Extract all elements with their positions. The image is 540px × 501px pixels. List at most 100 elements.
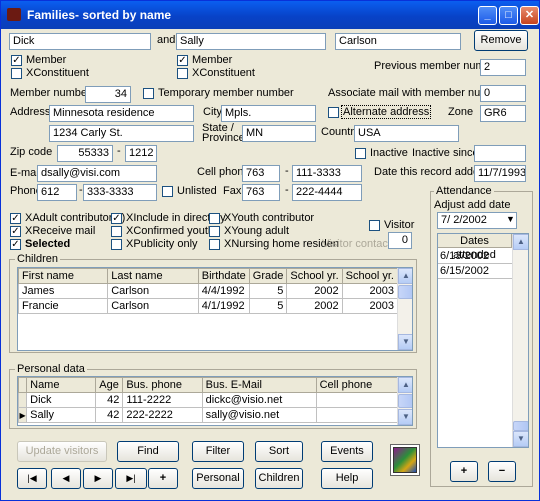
column-header[interactable]: Bus. E-Mail: [201, 377, 317, 393]
table-cell[interactable]: sally@visio.net: [201, 407, 317, 423]
column-header[interactable]: School yr.: [286, 268, 343, 284]
scroll-thumb[interactable]: [398, 394, 412, 408]
table-cell[interactable]: Dick: [26, 392, 97, 408]
scroll-down-icon[interactable]: ▼: [398, 409, 412, 425]
scroll-thumb[interactable]: [398, 285, 412, 299]
row-selector-icon[interactable]: [18, 392, 28, 408]
family-photo-icon[interactable]: [390, 444, 420, 476]
column-header[interactable]: Grade: [248, 268, 288, 284]
xconstituent-2-checkbox[interactable]: [177, 68, 188, 79]
email-input[interactable]: dsally@visi.com: [37, 165, 157, 182]
column-header[interactable]: Bus. phone: [122, 377, 203, 393]
next-record-button[interactable]: ▶: [83, 468, 113, 489]
table-cell[interactable]: Francie: [18, 298, 109, 314]
table-cell[interactable]: 42: [95, 392, 124, 408]
state-input[interactable]: MN: [242, 125, 316, 142]
children-scrollbar[interactable]: ▲ ▼: [397, 268, 412, 350]
find-button[interactable]: Find: [117, 441, 179, 462]
table-row[interactable]: Dick 42 111-2222 dickc@visio.net: [18, 392, 399, 408]
flag-checkbox[interactable]: [111, 239, 122, 250]
inactive-since-input[interactable]: [474, 145, 526, 162]
update-visitors-button[interactable]: Update visitors: [17, 441, 107, 462]
zip-code-input[interactable]: 55333: [57, 145, 113, 162]
table-cell[interactable]: 42: [95, 407, 124, 423]
flag-checkbox[interactable]: ✓: [111, 213, 122, 224]
table-cell[interactable]: Sally: [26, 407, 97, 423]
previous-member-input[interactable]: 2: [480, 59, 526, 76]
table-row[interactable]: Francie Carlson 4/1/1992 5 2002 2003: [18, 298, 399, 314]
personal-scrollbar[interactable]: ▲ ▼: [397, 377, 412, 425]
address-line-1-input[interactable]: Minnesota residence: [49, 105, 194, 122]
flag-checkbox[interactable]: ✓: [10, 213, 21, 224]
alternate-address-checkbox[interactable]: [328, 107, 339, 118]
first-record-button[interactable]: |◀: [17, 468, 47, 489]
date-row[interactable]: 6/15/2002: [438, 264, 512, 279]
date-row[interactable]: 6/13/2002: [438, 249, 512, 264]
scroll-thumb[interactable]: [513, 421, 528, 431]
column-header[interactable]: Cell phone: [315, 377, 399, 393]
table-cell[interactable]: 2003: [341, 298, 399, 314]
remove-date-button[interactable]: −: [488, 461, 516, 482]
cell-area-input[interactable]: 763: [242, 165, 280, 182]
flag-checkbox[interactable]: ✓: [10, 226, 21, 237]
table-cell[interactable]: [315, 407, 399, 423]
add-record-button[interactable]: +: [148, 468, 178, 489]
sort-button[interactable]: Sort: [255, 441, 303, 462]
scroll-down-icon[interactable]: ▼: [513, 431, 528, 447]
unlisted-checkbox[interactable]: [162, 186, 173, 197]
help-button[interactable]: Help: [321, 468, 373, 489]
first-name-2-input[interactable]: Sally: [176, 33, 326, 50]
children-button[interactable]: Children: [255, 468, 303, 489]
fax-area-input[interactable]: 763: [242, 184, 280, 201]
inactive-checkbox[interactable]: [355, 148, 366, 159]
previous-record-button[interactable]: ◀: [51, 468, 81, 489]
chevron-down-icon[interactable]: ▼: [506, 214, 515, 224]
dates-attended-header[interactable]: Dates attended: [438, 234, 512, 261]
xconstituent-1-checkbox[interactable]: [11, 68, 22, 79]
table-row[interactable]: ▶ Sally 42 222-2222 sally@visio.net: [18, 407, 399, 423]
phone-number-input[interactable]: 333-3333: [83, 184, 157, 201]
zip4-input[interactable]: 1212: [125, 145, 157, 162]
personal-button[interactable]: Personal: [192, 468, 244, 489]
table-cell[interactable]: 2002: [286, 298, 343, 314]
column-header[interactable]: School yr.: [341, 268, 399, 284]
scroll-up-icon[interactable]: ▲: [398, 268, 412, 284]
table-row[interactable]: James Carlson 4/4/1992 5 2002 2003: [18, 283, 399, 299]
dates-scrollbar[interactable]: ▲ ▼: [512, 234, 528, 447]
table-cell[interactable]: Carlson: [107, 283, 199, 299]
table-cell[interactable]: 2002: [286, 283, 343, 299]
flag-checkbox[interactable]: ✓: [10, 239, 21, 250]
phone-area-input[interactable]: 612: [37, 184, 77, 201]
events-button[interactable]: Events: [321, 441, 373, 462]
table-cell[interactable]: Carlson: [107, 298, 199, 314]
fax-number-input[interactable]: 222-4444: [292, 184, 362, 201]
table-cell[interactable]: dickc@visio.net: [201, 392, 317, 408]
scroll-up-icon[interactable]: ▲: [398, 377, 412, 393]
address-line-2-input[interactable]: 1234 Carly St.: [49, 125, 194, 142]
city-input[interactable]: Mpls.: [221, 105, 316, 122]
table-cell[interactable]: 5: [248, 298, 288, 314]
column-header[interactable]: Name: [26, 377, 97, 393]
cell-number-input[interactable]: 111-3333: [292, 165, 362, 182]
last-record-button[interactable]: ▶|: [115, 468, 147, 489]
table-cell[interactable]: 4/4/1992: [197, 283, 250, 299]
first-name-1-input[interactable]: Dick: [9, 33, 151, 50]
temporary-member-checkbox[interactable]: [143, 88, 154, 99]
scroll-down-icon[interactable]: ▼: [398, 334, 412, 350]
filter-button[interactable]: Filter: [192, 441, 244, 462]
table-cell[interactable]: 111-2222: [122, 392, 203, 408]
country-input[interactable]: USA: [354, 125, 459, 142]
table-cell[interactable]: 4/1/1992: [197, 298, 250, 314]
zone-input[interactable]: GR6: [480, 105, 526, 122]
remove-button[interactable]: Remove: [474, 30, 528, 51]
row-selector-icon[interactable]: ▶: [18, 407, 28, 423]
visitor-contacts-input[interactable]: 0: [388, 232, 412, 249]
scroll-up-icon[interactable]: ▲: [513, 234, 528, 250]
column-header[interactable]: Last name: [107, 268, 199, 284]
date-added-input[interactable]: 11/7/1993: [474, 165, 526, 182]
member-2-checkbox[interactable]: ✓: [177, 55, 188, 66]
flag-checkbox[interactable]: [209, 226, 220, 237]
table-cell[interactable]: James: [18, 283, 109, 299]
member-number-input[interactable]: 34: [85, 86, 131, 103]
close-button[interactable]: ✕: [520, 6, 539, 25]
